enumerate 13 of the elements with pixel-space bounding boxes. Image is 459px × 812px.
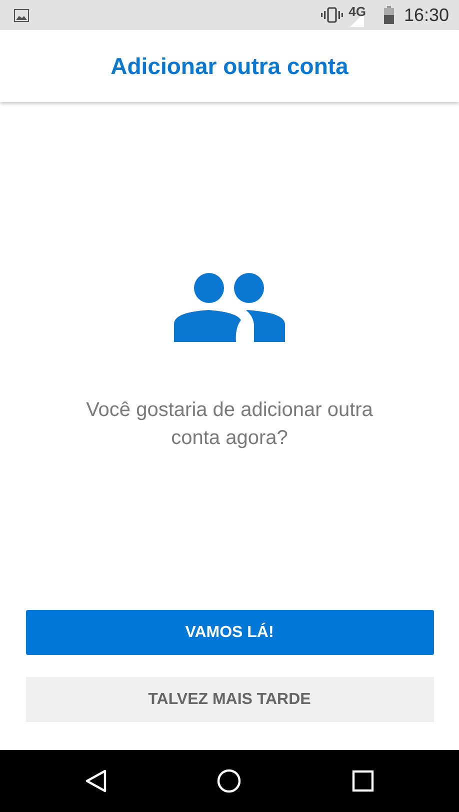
image-icon [14,8,29,22]
recents-icon[interactable] [352,770,374,792]
page-title: Adicionar outra conta [110,52,348,80]
people-icon [174,272,286,342]
vibrate-icon [320,7,343,23]
network-label: 4G [348,4,366,18]
battery-icon [384,6,394,24]
home-icon[interactable] [217,769,242,793]
later-button[interactable]: TALVEZ MAIS TARDE [26,677,434,722]
back-icon[interactable] [85,769,108,793]
clock: 16:30 [404,4,449,26]
continue-button[interactable]: VAMOS LÁ! [26,610,434,655]
prompt-text: Você gostaria de adicionar outra conta agora? [85,398,374,451]
